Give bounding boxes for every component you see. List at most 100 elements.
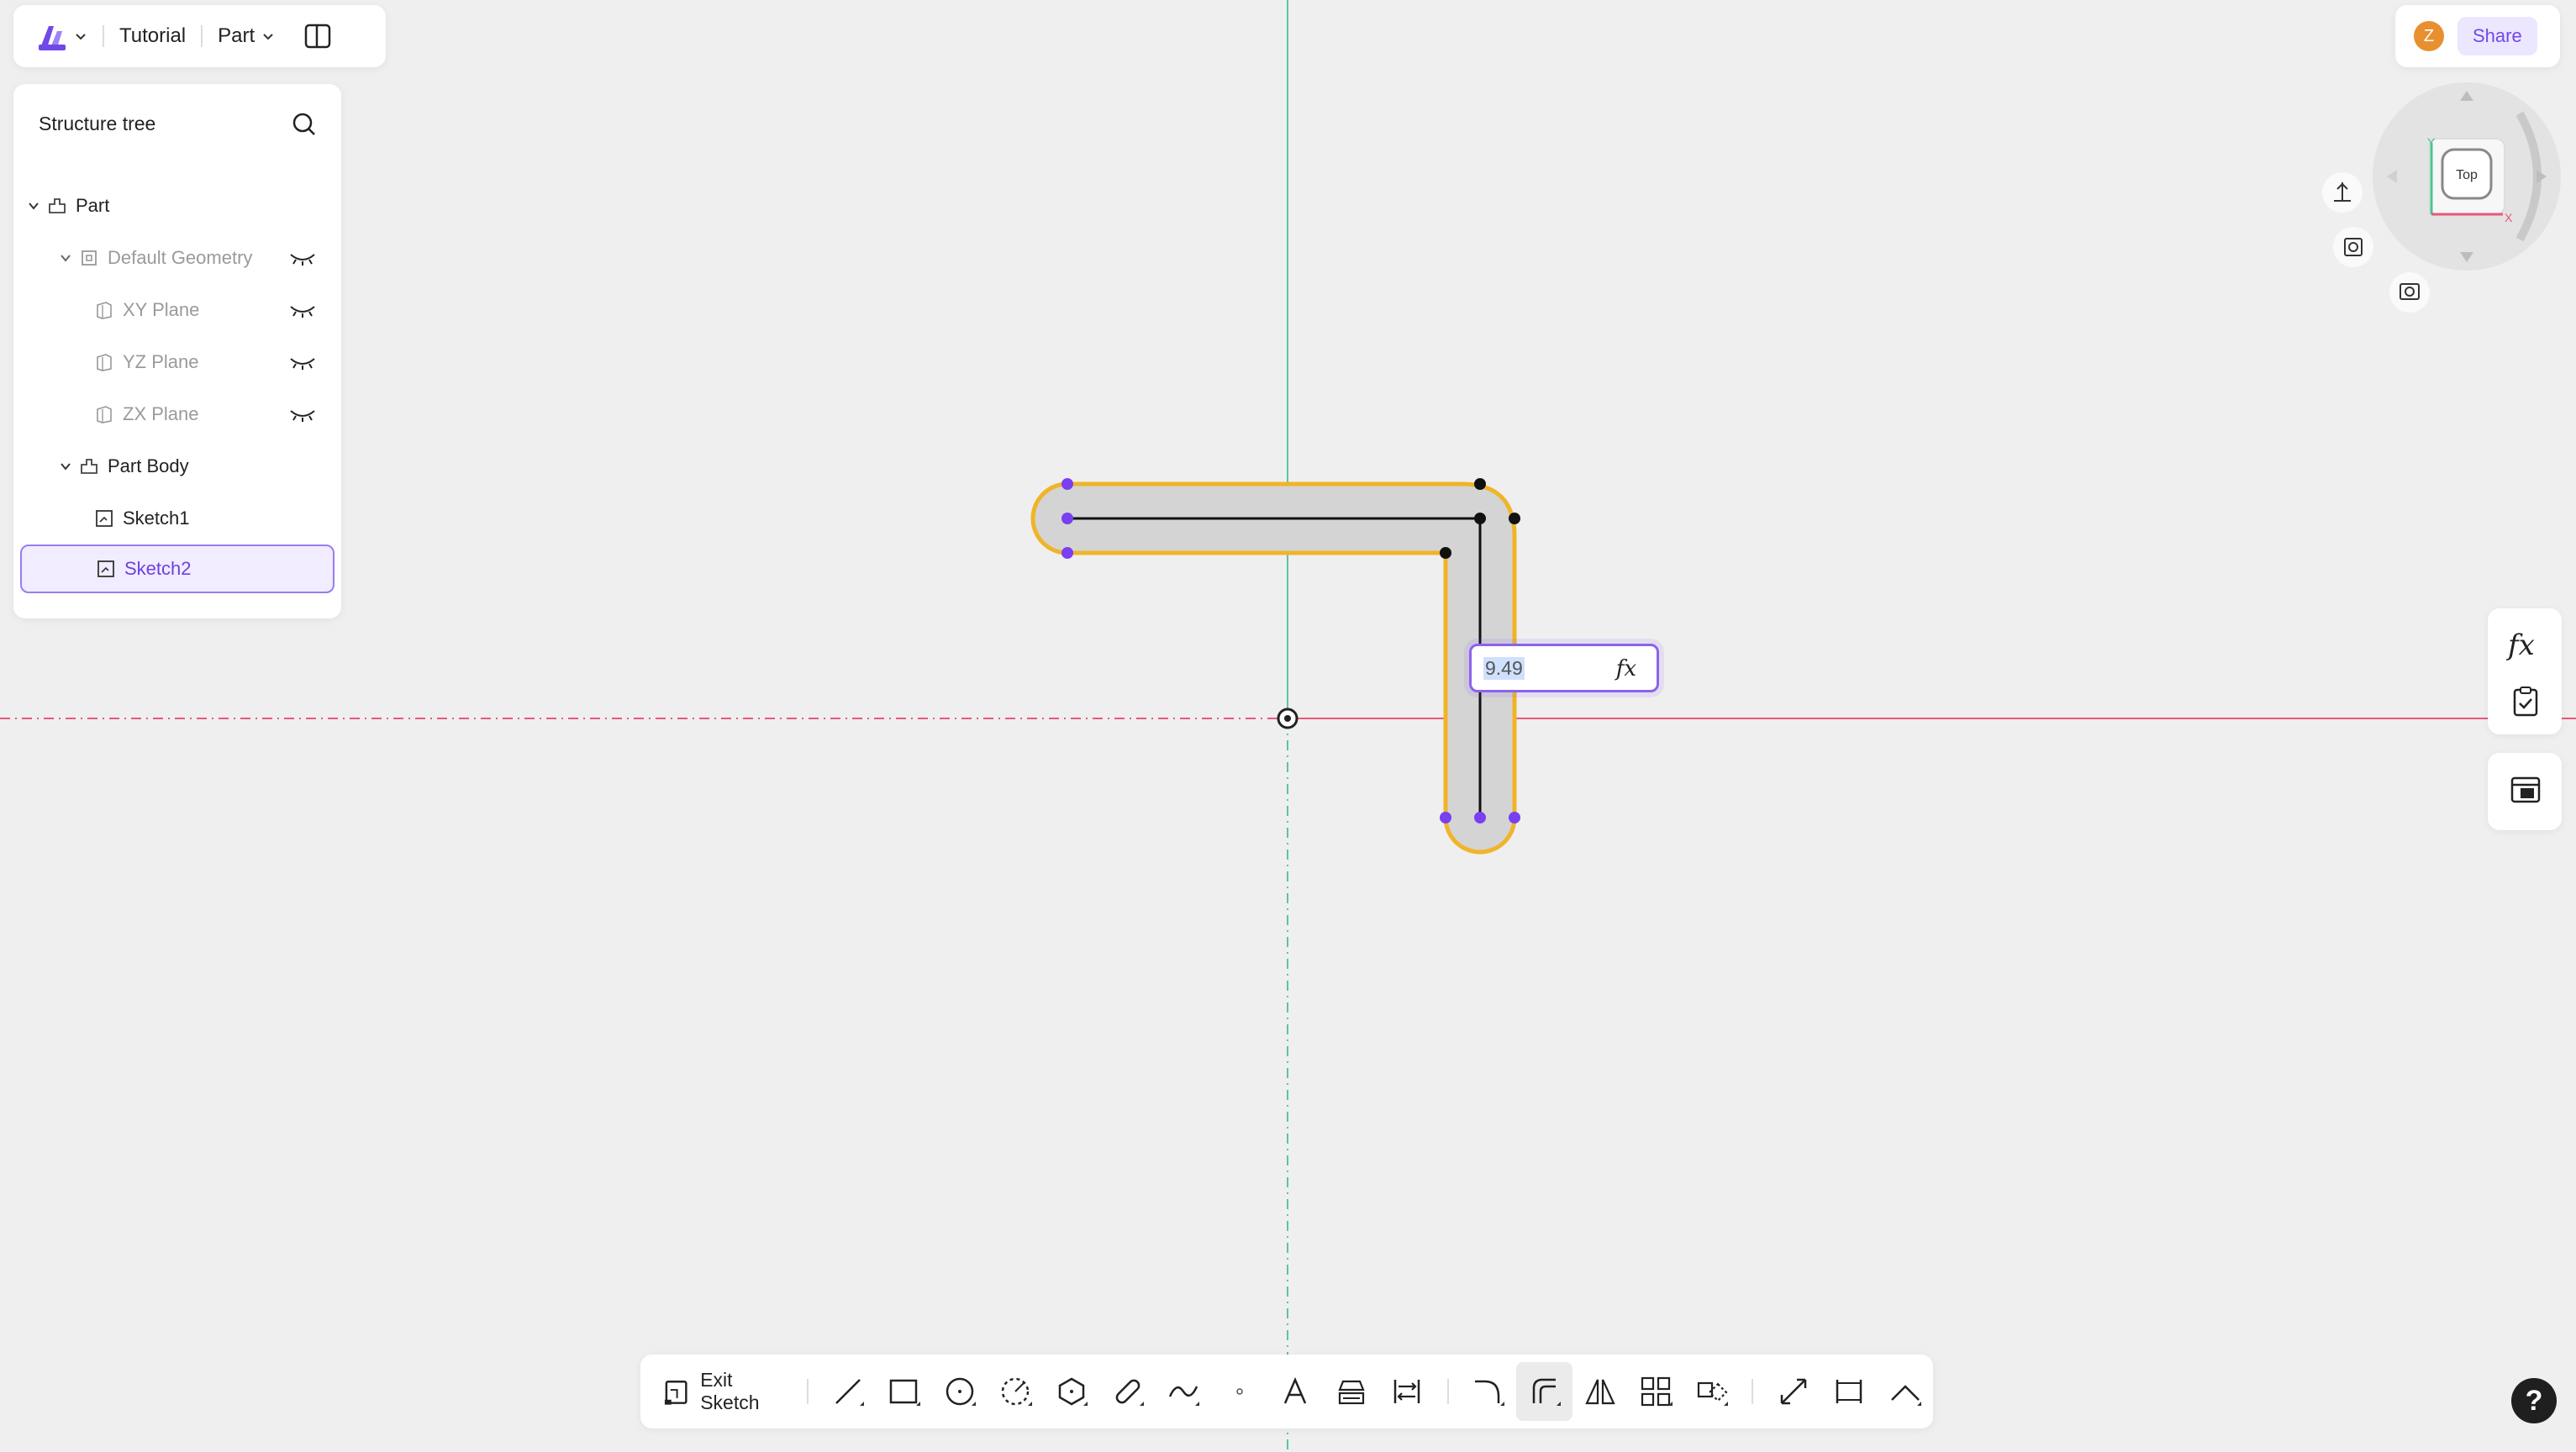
dropdown-indicator-icon (860, 1402, 865, 1406)
tree-item-label: XY Plane (123, 299, 200, 320)
sketch-point[interactable] (1440, 547, 1451, 559)
search-button[interactable] (291, 111, 318, 138)
slot-tool[interactable] (1099, 1362, 1156, 1421)
formula-button[interactable]: fx (2508, 629, 2535, 662)
chevron-down-icon[interactable] (59, 460, 72, 473)
exit-sketch-icon (664, 1381, 687, 1405)
mirror-tool[interactable] (1572, 1362, 1629, 1421)
constraint-tool[interactable] (1821, 1362, 1878, 1421)
dimension-tool[interactable] (1765, 1362, 1821, 1421)
exit-sketch-button[interactable]: Exit Sketch (662, 1369, 795, 1414)
tree-item-part[interactable]: Part (20, 182, 335, 230)
sketch-slot-shape[interactable] (1030, 481, 1517, 855)
axis-y-label: Y (2427, 135, 2436, 149)
sketch-icon (94, 508, 114, 529)
tree-item-sketch2[interactable]: Sketch2 (20, 544, 335, 593)
divider (806, 1379, 809, 1404)
eye-closed-icon[interactable] (289, 406, 316, 423)
table-icon (2510, 776, 2541, 803)
sketch-point[interactable] (1509, 513, 1520, 524)
sketch-centerline[interactable] (1067, 517, 1482, 818)
right-tools-panel: fx (2488, 608, 2562, 734)
tree-item-zx-plane[interactable]: ZX Plane (20, 390, 335, 439)
sketch-point[interactable] (1061, 478, 1073, 490)
dimension-value[interactable]: 9.49 (1483, 656, 1525, 680)
point-tool[interactable] (1211, 1362, 1267, 1421)
view-navigator[interactable]: Y X Top (2303, 67, 2576, 345)
plane-icon (94, 352, 114, 372)
offset-tool[interactable] (1516, 1362, 1572, 1421)
chevron-down-icon[interactable] (59, 251, 72, 265)
sketch-point[interactable] (1474, 812, 1486, 823)
pattern-tool[interactable] (1628, 1362, 1684, 1421)
sketch-point[interactable] (1061, 513, 1073, 524)
view-cube-label: Top (2456, 168, 2478, 182)
sketch-point[interactable] (1474, 478, 1486, 490)
text-icon (1284, 1376, 1307, 1404)
sketch-point[interactable] (1061, 547, 1073, 559)
constraints-checklist-button[interactable] (2511, 686, 2540, 718)
app-menu[interactable] (35, 19, 87, 53)
dimension-input[interactable]: 9.49 fx (1469, 644, 1659, 692)
project-icon (1338, 1380, 1365, 1405)
eye-closed-icon[interactable] (289, 354, 316, 371)
part-icon (47, 196, 67, 216)
text-tool[interactable] (1267, 1362, 1324, 1421)
fx-icon[interactable]: fx (1616, 656, 1636, 681)
project-tool[interactable] (1324, 1362, 1380, 1421)
tree-item-label: YZ Plane (123, 351, 199, 372)
camera-view-button[interactable] (2389, 272, 2430, 313)
tree-item-label: Part (76, 195, 110, 216)
tree-item-label: Sketch1 (123, 508, 190, 529)
sketch-point[interactable] (1440, 812, 1451, 823)
convert-icon (1394, 1380, 1420, 1403)
spline-tool[interactable] (1156, 1362, 1212, 1421)
body-icon (79, 456, 99, 476)
tree-item-yz-plane[interactable]: YZ Plane (20, 338, 335, 387)
circle-tool[interactable] (932, 1362, 988, 1421)
plane-icon (94, 404, 114, 424)
share-button[interactable]: Share (2457, 17, 2537, 55)
search-icon (292, 113, 315, 135)
tree-item-label: Default Geometry (108, 247, 253, 268)
tree-item-xy-plane[interactable]: XY Plane (20, 286, 335, 334)
sketch-point[interactable] (1474, 513, 1486, 524)
project-name[interactable]: Tutorial (119, 24, 186, 48)
eye-closed-icon[interactable] (289, 250, 316, 266)
tree-item-default-geometry[interactable]: Default Geometry (20, 234, 335, 282)
tree-item-part-body[interactable]: Part Body (20, 442, 335, 491)
dropdown-indicator-icon (915, 1402, 920, 1406)
chevron-down-icon (76, 34, 86, 40)
dropdown-indicator-icon (1556, 1402, 1561, 1406)
tree-item-sketch1[interactable]: Sketch1 (20, 494, 335, 543)
convert-tool[interactable] (1379, 1362, 1436, 1421)
fit-view-button[interactable] (2333, 227, 2373, 267)
chevron-down-icon (263, 34, 273, 40)
geometry-icon (79, 248, 99, 268)
axis-x-label: X (2505, 211, 2513, 224)
share-bar: Z Share (2395, 5, 2560, 67)
line-tool[interactable] (820, 1362, 877, 1421)
tree-item-label: ZX Plane (123, 403, 199, 424)
polygon-tool[interactable] (1044, 1362, 1100, 1421)
dropdown-indicator-icon (1139, 1402, 1144, 1406)
arc-tool[interactable] (988, 1362, 1044, 1421)
angle-tool[interactable] (1877, 1362, 1933, 1421)
help-button[interactable]: ? (2511, 1378, 2557, 1423)
divider (1446, 1379, 1449, 1404)
mode-label: Part (218, 24, 255, 47)
rectangle-tool[interactable] (876, 1362, 932, 1421)
eye-closed-icon[interactable] (289, 302, 316, 318)
transform-tool[interactable] (1684, 1362, 1741, 1421)
sketch-canvas[interactable] (0, 0, 2576, 1452)
mode-selector[interactable]: Part (218, 24, 275, 48)
chevron-down-icon[interactable] (27, 199, 40, 213)
fillet-tool[interactable] (1461, 1362, 1517, 1421)
sketch-point[interactable] (1509, 812, 1520, 823)
avatar[interactable]: Z (2414, 21, 2444, 51)
origin-dot (1284, 715, 1291, 722)
dropdown-indicator-icon (1027, 1402, 1032, 1406)
table-view-button[interactable] (2510, 775, 2542, 805)
app-logo-icon (39, 26, 66, 50)
panel-toggle-button[interactable] (303, 22, 332, 50)
